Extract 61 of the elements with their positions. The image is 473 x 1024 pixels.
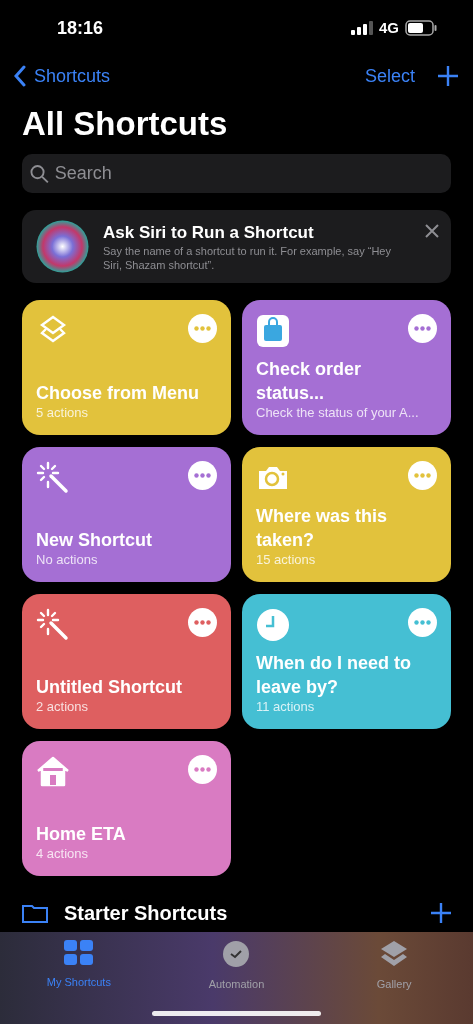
network-label: 4G [379,17,399,38]
shortcut-detail: 15 actions [256,552,317,568]
battery-icon [405,20,437,36]
ellipsis-icon [194,326,211,331]
shortcut-detail: 2 actions [36,699,90,715]
select-button[interactable]: Select [364,62,415,90]
add-icon[interactable] [437,65,459,87]
ellipsis-icon [414,326,431,331]
magic-wand-icon [36,461,70,495]
page-title: All Shortcuts [21,104,229,144]
ellipsis-icon [414,620,431,625]
shortcut-name: Check order status... [256,358,363,405]
folder-icon [22,903,48,923]
more-button[interactable] [188,755,217,784]
shortcut-card[interactable]: New Shortcut No actions [22,447,231,582]
tab[interactable]: My Shortcuts [23,940,134,996]
chevron-left-icon [14,65,26,87]
shortcut-detail: 5 actions [36,405,90,421]
search-icon [30,163,49,184]
shortcut-name: Choose from Menu [36,382,200,405]
shopping-bag-icon [256,314,290,348]
shortcut-name: When do I need to leave by? [256,652,412,699]
layers-icon [380,940,409,968]
shortcut-name: Home ETA [36,823,127,846]
ellipsis-icon [414,473,431,478]
siri-tip-title: Ask Siri to Run a Shortcut [103,221,315,244]
shortcut-name: Untitled Shortcut [36,676,183,699]
clock-icon [222,940,251,968]
back-button[interactable]: Shortcuts [14,62,111,90]
more-button[interactable] [408,314,437,343]
shortcut-detail: Check the status of your A... [256,405,420,421]
magic-wand-icon [36,608,70,642]
more-button[interactable] [188,461,217,490]
signal-icon [351,21,373,35]
more-button[interactable] [408,608,437,637]
tab[interactable]: Gallery [339,940,450,996]
ellipsis-icon [194,767,211,772]
shortcut-card[interactable]: Home ETA 4 actions [22,741,231,876]
shortcut-name: Where was this taken? [256,505,389,552]
house-icon [36,755,70,789]
add-icon[interactable] [431,903,451,923]
clock-icon [256,608,290,642]
folder-title: Starter Shortcuts [64,901,228,926]
shortcut-name: New Shortcut [36,529,153,552]
search-field[interactable]: Search [22,154,451,193]
shortcut-detail: No actions [36,552,99,568]
status-time: 18:16 [57,16,104,40]
ellipsis-icon [194,620,211,625]
grid-icon [63,940,94,966]
shortcut-card[interactable]: Check order status... Check the status of your A... [242,300,451,435]
siri-orb-icon [36,220,89,273]
search-input[interactable]: Search [54,160,443,187]
ellipsis-icon [194,473,211,478]
shortcut-detail: 11 actions [256,699,316,715]
more-button[interactable] [188,608,217,637]
shortcut-card[interactable]: Untitled Shortcut 2 actions [22,594,231,729]
shortcut-card[interactable]: When do I need to leave by? 11 actions [242,594,451,729]
shortcut-detail: 4 actions [36,846,90,862]
close-icon[interactable] [425,224,439,238]
siri-tip-text: Say the name of a shortcut to run it. For example, say “Hey Siri, Shazam shortcut”. [103,243,392,272]
tab[interactable]: Automation [181,940,292,996]
